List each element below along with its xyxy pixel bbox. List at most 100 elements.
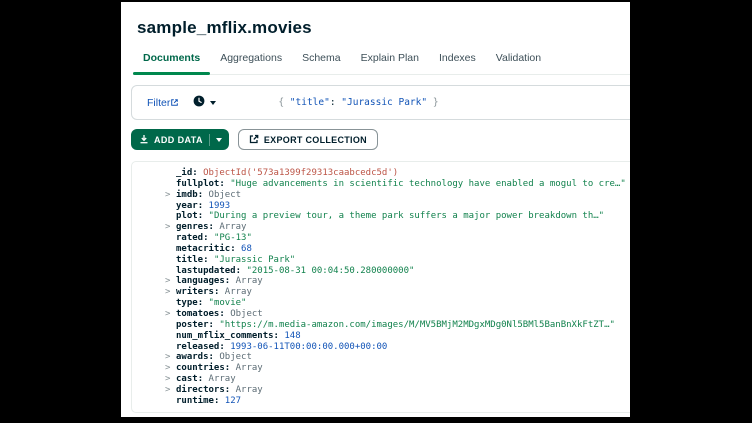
field-value: "Huge advancements in scientific technol… (230, 178, 626, 189)
field-key: _id (176, 168, 193, 178)
export-collection-button[interactable]: EXPORT COLLECTION (237, 129, 378, 150)
document-field-row[interactable]: >plot: "During a preview tour, a theme p… (176, 211, 630, 222)
field-key: directors (176, 384, 225, 395)
field-key: cast (176, 374, 198, 385)
download-icon (139, 131, 149, 149)
tab-indexes[interactable]: Indexes (429, 51, 486, 74)
field-key: plot (176, 211, 198, 222)
field-key: languages (176, 276, 225, 287)
field-value: "PG-13" (213, 233, 252, 244)
field-key: tomatoes (176, 308, 220, 319)
field-colon: : (273, 330, 285, 341)
expand-caret-icon[interactable]: > (165, 374, 170, 385)
document-field-row[interactable]: >year: 1993 (176, 201, 630, 212)
expand-caret-icon[interactable]: > (165, 363, 170, 374)
page-title: sample_mflix.movies (137, 18, 312, 37)
field-key: countries (176, 363, 225, 374)
document-field-row[interactable]: >rated: "PG-13" (176, 233, 630, 244)
expand-caret-icon[interactable]: > (165, 309, 170, 320)
field-key: runtime (176, 395, 214, 406)
export-collection-label: EXPORT COLLECTION (263, 134, 367, 145)
compass-collection-view: sample_mflix.movies Documents Aggregation… (121, 2, 630, 417)
expand-caret-icon[interactable]: > (165, 190, 170, 201)
field-colon: : (224, 363, 236, 374)
tab-label: Indexes (438, 52, 476, 64)
field-key: awards (176, 352, 209, 363)
document-field-row[interactable]: >lastupdated: "2015-08-31 00:04:50.28000… (176, 266, 630, 277)
document-field-row[interactable]: > writers: Array (165, 287, 630, 298)
expand-caret-icon[interactable]: > (165, 287, 170, 298)
document-field-row[interactable]: > languages: Array (165, 276, 630, 287)
document-field-row[interactable]: > tomatoes: Object (165, 308, 630, 320)
field-value: Object (230, 308, 263, 319)
field-value: Array (235, 384, 263, 395)
document-field-row[interactable]: > awards: Object (165, 352, 630, 363)
field-colon: : (203, 254, 214, 265)
tab-explain-plan[interactable]: Explain Plan (351, 51, 429, 74)
field-colon: : (208, 222, 220, 233)
document-field-row[interactable]: > cast: Array (165, 374, 630, 385)
filter-query-input[interactable]: { "title": "Jurassic Park" } (278, 97, 438, 108)
field-colon: : (219, 341, 231, 352)
tab-documents[interactable]: Documents (133, 51, 211, 75)
expand-caret-icon[interactable]: > (165, 352, 170, 363)
chevron-down-icon (215, 137, 222, 142)
tab-label: Explain Plan (360, 52, 419, 64)
query-history-button[interactable] (193, 94, 217, 112)
field-value: 68 (241, 243, 252, 254)
tab-bar: Documents Aggregations Schema Explain Plan I… (133, 51, 630, 75)
document-field-row[interactable]: >released: 1993-06-11T00:00:00.000+00:00 (176, 342, 630, 353)
expand-caret-icon[interactable]: > (165, 385, 170, 396)
document-card[interactable]: > _id: ObjectId('573a1399f29313caabcedc5d… (131, 161, 630, 413)
field-key: imdb (176, 189, 198, 200)
field-value: Array (208, 374, 236, 385)
field-value: 1993-06-11T00:00:00.000+00:00 (230, 341, 388, 352)
document-field-row[interactable]: >_id: ObjectId('573a1399f29313caabcedc5d… (176, 168, 630, 179)
document-field-row[interactable]: >type: "movie" (176, 298, 630, 309)
letterbox: { "window": { "title": "sample_mflix.mov… (0, 0, 752, 423)
filter-bar: Filter { "title": "Jurassic Park" } (131, 85, 630, 120)
document-field-row[interactable]: > countries: Array (165, 363, 630, 374)
field-value: Array (235, 363, 263, 374)
tab-schema[interactable]: Schema (292, 51, 351, 74)
document-field-row[interactable]: >title: "Jurassic Park" (176, 255, 630, 266)
field-key: title (176, 254, 204, 265)
field-colon: : (197, 189, 209, 200)
field-colon: : (208, 319, 220, 330)
tab-label: Schema (302, 52, 341, 64)
field-value: "2015-08-31 00:04:50.280000000" (246, 265, 415, 276)
document-field-row[interactable]: > genres: Array (165, 222, 630, 233)
document-field-row[interactable]: >metacritic: 68 (176, 244, 630, 255)
filter-link[interactable]: Filter (147, 97, 179, 109)
button-divider (208, 133, 210, 146)
expand-caret-icon[interactable]: > (165, 276, 170, 287)
field-value: Array (224, 287, 252, 298)
tab-label: Aggregations (220, 52, 283, 64)
export-icon (249, 131, 259, 149)
document-field-row[interactable]: >runtime: 127 (176, 396, 630, 407)
field-value: "During a preview tour, a theme park suf… (208, 211, 605, 222)
external-link-icon (170, 97, 179, 109)
field-key: writers (176, 287, 214, 298)
document-field-row[interactable]: >fullplot: "Huge advancements in scienti… (176, 179, 630, 190)
document-field-row[interactable]: > imdb: Object (165, 189, 630, 201)
query-open-brace: { (278, 97, 290, 108)
field-key: lastupdated (176, 265, 236, 276)
field-colon: : (213, 395, 225, 406)
field-key: year (176, 200, 198, 211)
document-field-row[interactable]: > directors: Array (165, 384, 630, 396)
field-key: genres (176, 222, 209, 233)
field-value: 1993 (208, 200, 231, 211)
add-data-button[interactable]: ADD DATA (131, 129, 229, 150)
document-field-row[interactable]: >num_mflix_comments: 148 (176, 331, 630, 342)
field-colon: : (197, 298, 209, 309)
tab-validation[interactable]: Validation (486, 51, 551, 74)
field-key: num_mflix_comments (176, 330, 274, 341)
document-field-row[interactable]: >poster: "https://m.media-amazon.com/ima… (176, 320, 630, 331)
expand-caret-icon[interactable]: > (165, 222, 170, 233)
tab-aggregations[interactable]: Aggregations (210, 51, 292, 74)
query-close-brace: } (427, 97, 439, 108)
field-value: Array (235, 276, 263, 287)
add-data-label: ADD DATA (154, 134, 203, 145)
chevron-down-icon (210, 100, 217, 105)
